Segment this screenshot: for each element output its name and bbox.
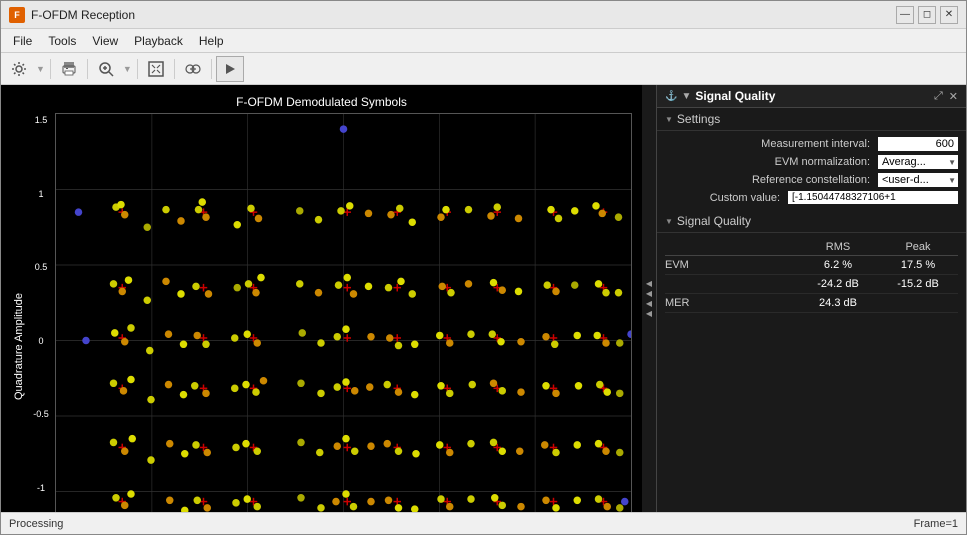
y-tick-1-5: 1.5 xyxy=(29,115,53,125)
sq-db-rms: -24.2 dB xyxy=(798,278,878,290)
app-icon: F xyxy=(9,7,25,23)
toolbar-sep4 xyxy=(174,59,175,79)
signal-quality-section-header: ▼ Signal Quality xyxy=(657,210,966,233)
collapse-arrow-3: ◀ xyxy=(646,300,652,308)
custom-value-row: Custom value: [-1.15044748327106+1 xyxy=(665,191,958,204)
sq-db-peak: -15.2 dB xyxy=(878,278,958,290)
status-text: Processing xyxy=(9,518,63,530)
reference-constellation-value: <user-d... xyxy=(878,173,946,187)
sq-evm-label: EVM xyxy=(665,259,798,271)
signal-quality-triangle-icon: ▼ xyxy=(665,217,673,226)
reference-constellation-arrow-icon: ▼ xyxy=(946,176,958,185)
menu-file[interactable]: File xyxy=(5,32,40,50)
panel-expand-icon: ▼ xyxy=(681,91,691,102)
evm-normalization-value: Averag... xyxy=(878,155,946,169)
panel-popout-button[interactable]: ⤢ xyxy=(934,90,943,103)
y-axis-ticks: 1.5 1 0.5 0 -0.5 -1 -1.5 xyxy=(27,113,55,512)
print-button[interactable] xyxy=(55,56,83,82)
main-window: F F-OFDM Reception — ◻ ✕ File Tools View… xyxy=(0,0,967,535)
measurement-interval-input[interactable]: 600 xyxy=(878,137,958,151)
sq-evm-peak: 17.5 % xyxy=(878,259,958,271)
play-button[interactable] xyxy=(216,56,244,82)
signal-quality-section-label: Signal Quality xyxy=(677,214,751,228)
right-panel: ⚓ ▼ Signal Quality ⤢ ✕ ▼ Settings Measur… xyxy=(656,85,966,512)
settings-grid: Measurement interval: 600 EVM normalizat… xyxy=(657,131,966,210)
title-bar-left: F F-OFDM Reception xyxy=(9,7,135,23)
status-bar: Processing Frame=1 xyxy=(1,512,966,534)
menu-view[interactable]: View xyxy=(84,32,126,50)
sq-evm-row: EVM 6.2 % 17.5 % xyxy=(665,256,958,275)
collapse-arrow-1: ◀ xyxy=(646,280,652,288)
fit-button[interactable] xyxy=(142,56,170,82)
settings-section-label: Settings xyxy=(677,112,720,126)
collapse-arrow-2: ◀ xyxy=(646,290,652,298)
reference-constellation-dropdown[interactable]: <user-d... ▼ xyxy=(878,173,958,187)
evm-normalization-dropdown[interactable]: Averag... ▼ xyxy=(878,155,958,169)
settings-section-header: ▼ Settings xyxy=(657,108,966,131)
menu-tools[interactable]: Tools xyxy=(40,32,84,50)
panel-title-left: ⚓ ▼ Signal Quality xyxy=(665,89,775,103)
scatter-dots xyxy=(75,125,631,512)
scatter-plot xyxy=(56,114,631,512)
custom-value-input[interactable]: [-1.15044748327106+1 xyxy=(788,191,958,204)
toolbar: ▼ ▼ xyxy=(1,53,966,85)
link-button[interactable] xyxy=(179,56,207,82)
sq-header-rms: RMS xyxy=(798,241,878,253)
sq-mer-row: MER 24.3 dB xyxy=(665,294,958,313)
settings-button[interactable] xyxy=(5,56,33,82)
minimize-button[interactable]: — xyxy=(896,6,914,24)
window-controls: — ◻ ✕ xyxy=(896,6,958,24)
chart-container: Quadrature Amplitude 1.5 1 0.5 0 -0.5 -1… xyxy=(11,113,632,512)
window-title: F-OFDM Reception xyxy=(31,8,135,22)
panel-title-bar: ⚓ ▼ Signal Quality ⤢ ✕ xyxy=(657,85,966,108)
sq-table-header-row: RMS Peak xyxy=(665,239,958,256)
chart-area: F-OFDM Demodulated Symbols Quadrature Am… xyxy=(1,85,642,512)
toolbar-sep1 xyxy=(50,59,51,79)
reference-constellation-row: Reference constellation: <user-d... ▼ xyxy=(665,173,958,187)
frame-indicator: Frame=1 xyxy=(914,518,958,530)
y-axis-label: Quadrature Amplitude xyxy=(11,113,27,512)
reference-constellation-label: Reference constellation: xyxy=(665,174,878,186)
evm-normalization-arrow-icon: ▼ xyxy=(946,158,958,167)
settings-triangle-icon: ▼ xyxy=(665,115,673,124)
sq-header-label xyxy=(665,241,798,253)
main-content: F-OFDM Demodulated Symbols Quadrature Am… xyxy=(1,85,966,512)
y-tick-n0-5: -0.5 xyxy=(29,409,53,419)
sq-evm-rms: 6.2 % xyxy=(798,259,878,271)
evm-normalization-row: EVM normalization: Averag... ▼ xyxy=(665,155,958,169)
y-tick-0: 0 xyxy=(29,336,53,346)
plot-wrapper: 1.5 1 0.5 0 -0.5 -1 -1.5 xyxy=(27,113,632,512)
reference-crosses xyxy=(119,208,608,505)
panel-close-button[interactable]: ✕ xyxy=(949,90,958,103)
toolbar-sep2 xyxy=(87,59,88,79)
panel-title-text: Signal Quality xyxy=(695,89,775,103)
title-bar: F F-OFDM Reception — ◻ ✕ xyxy=(1,1,966,29)
evm-normalization-label: EVM normalization: xyxy=(665,156,878,168)
plot-area xyxy=(55,113,632,512)
signal-quality-table: RMS Peak EVM 6.2 % 17.5 % -24.2 dB -15.2… xyxy=(657,233,966,512)
sq-mer-label: MER xyxy=(665,297,798,309)
chart-title: F-OFDM Demodulated Symbols xyxy=(236,95,407,109)
panel-title-controls: ⤢ ✕ xyxy=(934,90,958,103)
measurement-interval-label: Measurement interval: xyxy=(665,138,878,150)
close-button[interactable]: ✕ xyxy=(940,6,958,24)
menu-help[interactable]: Help xyxy=(191,32,232,50)
restore-button[interactable]: ◻ xyxy=(918,6,936,24)
toolbar-sep5 xyxy=(211,59,212,79)
sq-mer-rms: 24.3 dB xyxy=(798,297,878,309)
toolbar-sep3 xyxy=(137,59,138,79)
custom-value-label: Custom value: xyxy=(665,192,788,204)
menu-playback[interactable]: Playback xyxy=(126,32,191,50)
collapse-arrow-4: ◀ xyxy=(646,310,652,318)
menu-bar: File Tools View Playback Help xyxy=(1,29,966,53)
sq-db-row: -24.2 dB -15.2 dB xyxy=(665,275,958,294)
y-tick-n1: -1 xyxy=(29,483,53,493)
panel-anchor-icon: ⚓ xyxy=(665,91,677,102)
y-tick-1: 1 xyxy=(29,189,53,199)
y-tick-0-5: 0.5 xyxy=(29,262,53,272)
panel-collapse-handle[interactable]: ◀ ◀ ◀ ◀ xyxy=(642,85,656,512)
measurement-interval-row: Measurement interval: 600 xyxy=(665,137,958,151)
zoom-in-button[interactable] xyxy=(92,56,120,82)
sq-header-peak: Peak xyxy=(878,241,958,253)
